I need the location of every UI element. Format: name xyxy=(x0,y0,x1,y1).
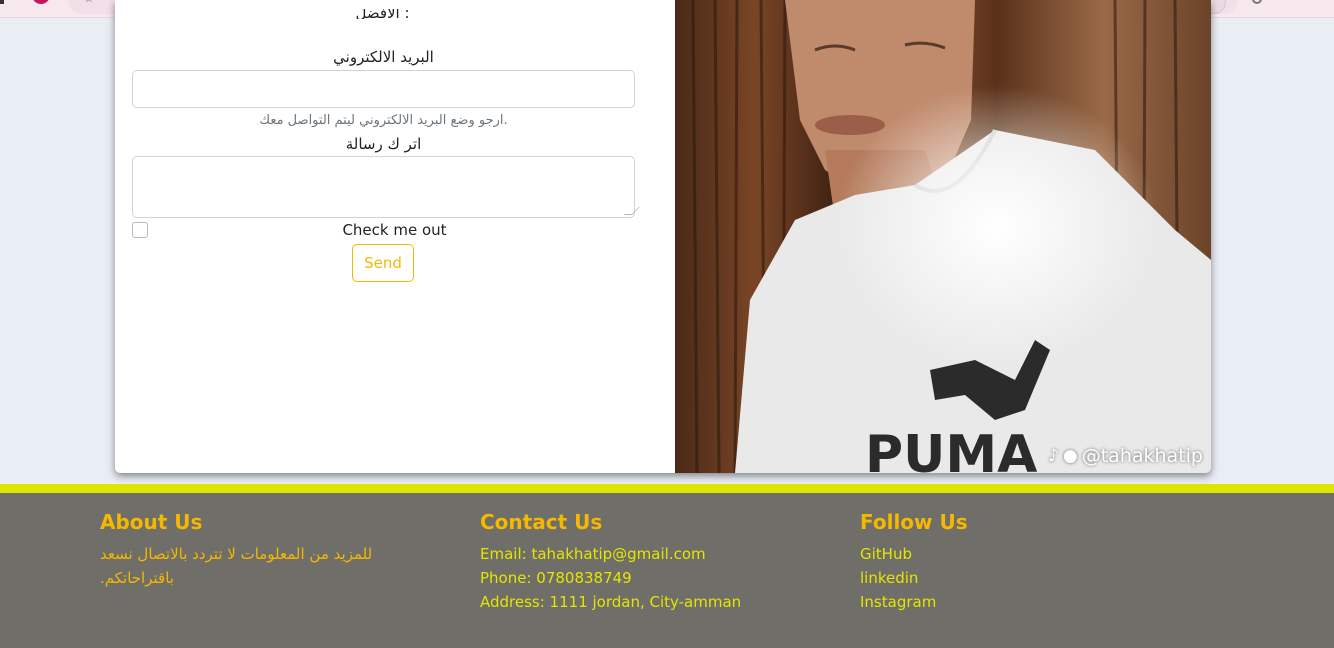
svg-text:PUMA: PUMA xyxy=(865,425,1037,473)
cut-off-label: الافضل : xyxy=(355,9,410,19)
about-text: للمزيد من المعلومات لا تتردد بالاتصال نس… xyxy=(100,545,373,587)
resize-handle-icon[interactable] xyxy=(624,207,640,215)
bookmark-star-icon[interactable]: ☆ xyxy=(84,0,94,4)
tiktok-watermark: ♪ ● @tahakhatip xyxy=(1048,445,1203,467)
footer-about: About Us للمزيد من المعلومات لا تتردد با… xyxy=(100,510,400,590)
email-label: البريد الالكتروني xyxy=(333,48,434,66)
linkedin-link[interactable]: linkedin xyxy=(860,566,968,590)
follow-title: Follow Us xyxy=(860,510,968,534)
tab-favicon[interactable] xyxy=(32,0,50,4)
send-button[interactable]: Send xyxy=(352,244,414,282)
email-field[interactable] xyxy=(132,70,635,108)
message-label: اتر ك رسالة xyxy=(345,135,422,153)
email-help-text: ارجو وضع البريد الالكتروني ليتم التواصل … xyxy=(259,113,508,128)
user-icon: ● xyxy=(1062,446,1078,466)
site-footer: About Us للمزيد من المعلومات لا تتردد با… xyxy=(0,484,1334,648)
contact-address: Address: 1111 jordan, City-amman xyxy=(480,593,742,611)
contact-title: Contact Us xyxy=(480,510,603,534)
check-me-out-label: Check me out xyxy=(342,221,447,239)
instagram-link[interactable]: Instagram xyxy=(860,590,968,614)
watermark-handle: @tahakhatip xyxy=(1081,445,1203,467)
github-link[interactable]: GitHub xyxy=(860,542,968,566)
contact-email: Email: tahakhatip@gmail.com xyxy=(480,545,706,563)
message-textarea[interactable] xyxy=(132,156,640,218)
check-me-out-checkbox[interactable] xyxy=(132,222,148,238)
tiktok-icon: ♪ xyxy=(1048,446,1059,466)
profile-photo-image: PUMA xyxy=(675,0,1211,473)
profile-icon[interactable] xyxy=(1252,0,1262,4)
about-title: About Us xyxy=(100,510,203,534)
profile-photo: PUMA ♪ ● @tahakhatip xyxy=(675,0,1211,473)
footer-contact: Contact Us Email: tahakhatip@gmail.com P… xyxy=(480,510,741,614)
contact-form: الافضل : البريد الالكتروني ارجو وضع البر… xyxy=(115,0,675,473)
window-control[interactable] xyxy=(0,0,4,4)
footer-follow: Follow Us GitHub linkedin Instagram xyxy=(860,510,968,614)
contact-card: الافضل : البريد الالكتروني ارجو وضع البر… xyxy=(115,0,1211,473)
contact-phone: Phone: 0780838749 xyxy=(480,569,632,587)
